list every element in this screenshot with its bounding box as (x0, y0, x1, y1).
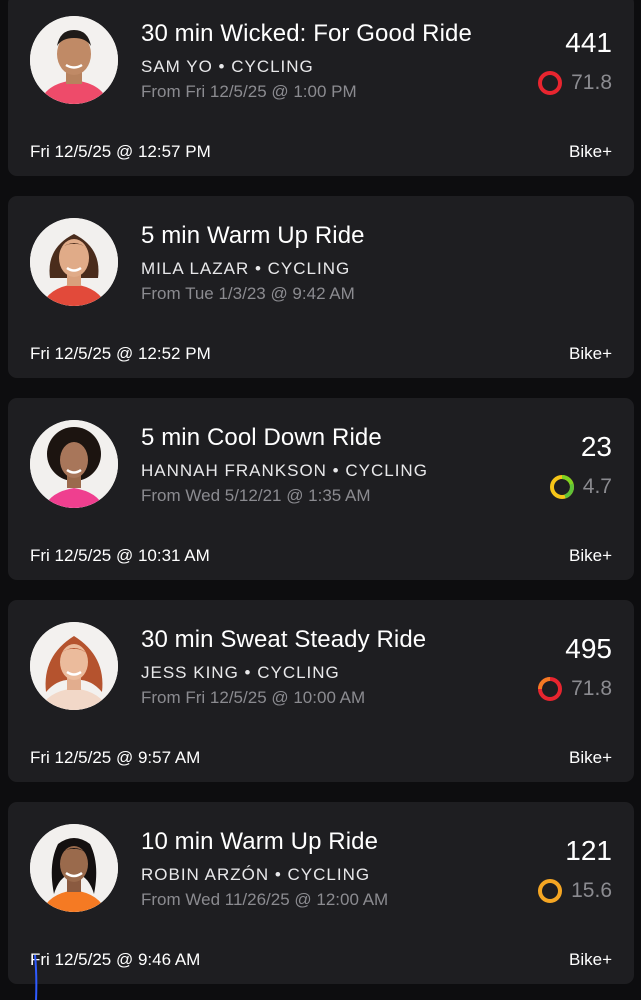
instructor-avatar (30, 824, 118, 912)
strive-ring-icon (538, 879, 563, 903)
class-air-date: From Wed 5/12/21 @ 1:35 AM (141, 486, 371, 505)
workout-card[interactable]: 5 min Cool Down Ride HANNAH FRANKSON • C… (8, 398, 634, 580)
strive-score-value: 15.6 (571, 879, 612, 902)
strive-ring-icon (538, 677, 563, 701)
workout-card[interactable]: 10 min Warm Up Ride ROBIN ARZÓN • CYCLIN… (8, 802, 634, 984)
instructor-discipline: JESS KING • CYCLING (141, 663, 340, 682)
workout-date: Fri 12/5/25 @ 9:57 AM (30, 748, 201, 767)
instructor-discipline: SAM YO • CYCLING (141, 57, 314, 76)
instructor-discipline: HANNAH FRANKSON • CYCLING (141, 461, 428, 480)
workout-history-list: 30 min Wicked: For Good Ride SAM YO • CY… (0, 0, 641, 1000)
device-label: Bike+ (569, 748, 612, 767)
device-label: Bike+ (569, 142, 612, 161)
workout-title: 30 min Wicked: For Good Ride (141, 20, 472, 47)
instructor-avatar (30, 16, 118, 104)
class-air-date: From Wed 11/26/25 @ 12:00 AM (141, 890, 389, 909)
total-output: 121 (565, 835, 612, 866)
workout-card[interactable]: 30 min Sweat Steady Ride JESS KING • CYC… (8, 600, 634, 782)
workout-card[interactable]: 30 min Wicked: For Good Ride SAM YO • CY… (8, 0, 634, 176)
strive-ring-icon (549, 475, 574, 499)
strive-score: 15.6 (537, 878, 612, 904)
instructor-discipline: ROBIN ARZÓN • CYCLING (141, 865, 371, 884)
total-output: 23 (580, 431, 612, 462)
workout-date: Fri 12/5/25 @ 10:31 AM (30, 546, 210, 565)
device-label: Bike+ (569, 344, 612, 363)
workout-title: 30 min Sweat Steady Ride (141, 626, 427, 653)
workout-title: 5 min Warm Up Ride (141, 222, 365, 249)
strive-score-value: 71.8 (571, 677, 612, 700)
instructor-avatar (30, 218, 118, 306)
instructor-avatar (30, 420, 118, 508)
strive-ring-icon (538, 71, 563, 95)
strive-score: 71.8 (537, 70, 612, 96)
strive-score-value: 4.7 (582, 475, 612, 498)
class-air-date: From Fri 12/5/25 @ 1:00 PM (141, 82, 357, 101)
total-output: 495 (565, 633, 612, 664)
class-air-date: From Tue 1/3/23 @ 9:42 AM (141, 284, 355, 303)
class-air-date: From Fri 12/5/25 @ 10:00 AM (141, 688, 366, 707)
workout-card[interactable]: 5 min Warm Up Ride MILA LAZAR • CYCLING … (8, 196, 634, 378)
instructor-discipline: MILA LAZAR • CYCLING (141, 259, 351, 278)
device-label: Bike+ (569, 950, 612, 969)
touch-cursor-line (34, 955, 38, 1000)
strive-score-value: 71.8 (571, 71, 612, 94)
strive-score: 4.7 (549, 474, 612, 500)
total-output: 441 (565, 27, 612, 58)
workout-date: Fri 12/5/25 @ 9:46 AM (30, 950, 201, 969)
device-label: Bike+ (569, 546, 612, 565)
workout-date: Fri 12/5/25 @ 12:57 PM (30, 142, 211, 161)
instructor-avatar (30, 622, 118, 710)
workout-date: Fri 12/5/25 @ 12:52 PM (30, 344, 211, 363)
workout-title: 5 min Cool Down Ride (141, 424, 382, 451)
workout-title: 10 min Warm Up Ride (141, 828, 379, 855)
strive-score: 71.8 (537, 676, 612, 702)
